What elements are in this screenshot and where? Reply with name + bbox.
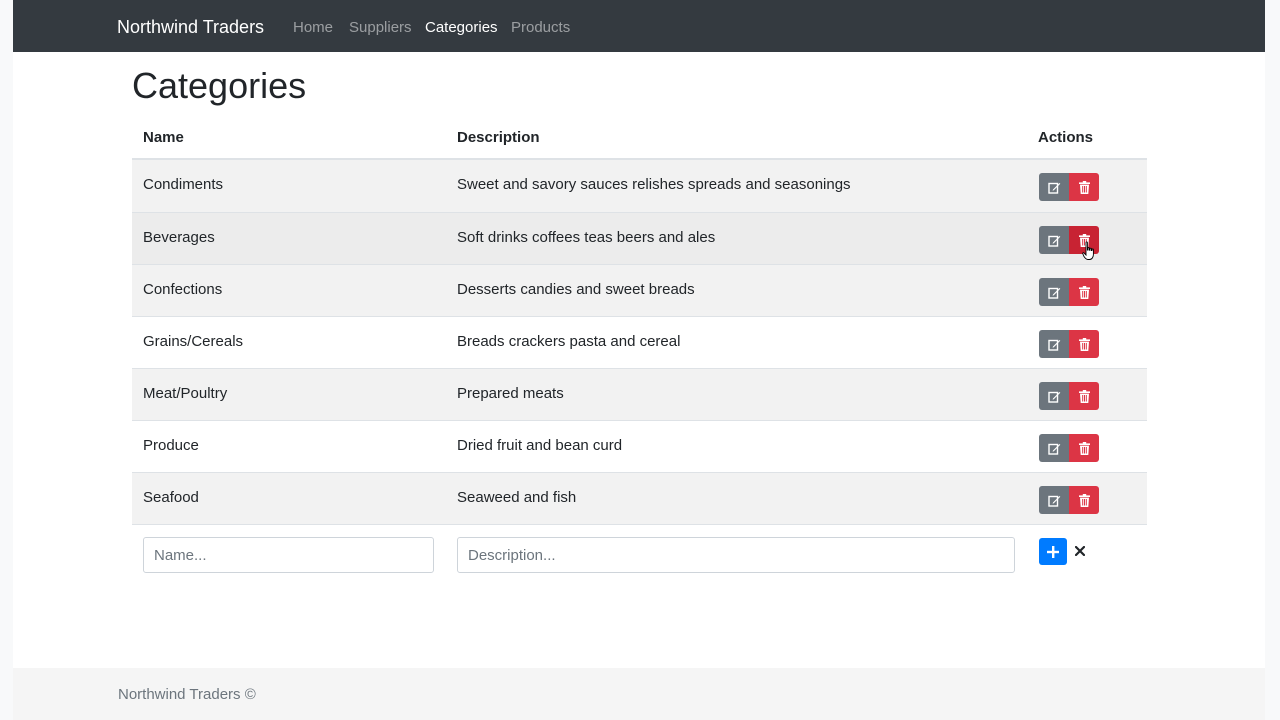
- column-header-actions: Actions: [1038, 129, 1094, 146]
- cancel-add-button[interactable]: [1073, 543, 1087, 559]
- table-row: Seafood Seaweed and fish: [132, 472, 1147, 524]
- delete-button[interactable]: [1069, 226, 1099, 254]
- edit-icon: [1047, 339, 1060, 351]
- category-description-cell: Dried fruit and bean curd: [457, 437, 623, 454]
- add-category-row: [132, 524, 1147, 586]
- table-row: Meat/Poultry Prepared meats: [132, 368, 1147, 420]
- nav-link-categories[interactable]: Categories: [425, 18, 498, 38]
- top-navbar: Northwind Traders Home Suppliers Categor…: [13, 0, 1265, 52]
- table-body: Condiments Sweet and savory sauces relish…: [132, 160, 1147, 524]
- table-row: Produce Dried fruit and bean curd: [132, 420, 1147, 472]
- category-name-cell: Produce: [143, 437, 199, 454]
- delete-button[interactable]: [1069, 173, 1099, 201]
- app-window: Northwind Traders Home Suppliers Categor…: [13, 0, 1265, 720]
- edit-icon: [1047, 182, 1060, 194]
- category-description-cell: Breads crackers pasta and cereal: [457, 333, 681, 350]
- category-name-cell: Grains/Cereals: [143, 333, 244, 350]
- trash-icon: [1078, 389, 1090, 403]
- plus-icon: [1047, 545, 1059, 558]
- table-row: Beverages Soft drinks coffees teas beers …: [132, 212, 1147, 264]
- edit-button[interactable]: [1039, 278, 1069, 306]
- edit-button[interactable]: [1039, 382, 1069, 410]
- edit-button[interactable]: [1039, 434, 1069, 462]
- category-name-cell: Confections: [143, 281, 223, 298]
- edit-button[interactable]: [1039, 173, 1069, 201]
- edit-icon: [1047, 495, 1060, 507]
- delete-button[interactable]: [1069, 486, 1099, 514]
- category-name-cell: Condiments: [143, 176, 224, 193]
- page-title: Categories: [132, 65, 307, 106]
- delete-button[interactable]: [1069, 278, 1099, 306]
- footer: Northwind Traders ©: [13, 668, 1265, 720]
- trash-icon: [1078, 493, 1090, 507]
- trash-icon: [1078, 337, 1090, 351]
- name-input[interactable]: [143, 537, 434, 573]
- category-name-cell: Seafood: [143, 489, 199, 506]
- category-description-cell: Sweet and savory sauces relishes spreads…: [457, 176, 851, 193]
- category-name-cell: Beverages: [143, 229, 215, 246]
- table-row: Condiments Sweet and savory sauces relish…: [132, 160, 1147, 212]
- delete-button[interactable]: [1069, 382, 1099, 410]
- table-row: Grains/Cereals Breads crackers pasta and …: [132, 316, 1147, 368]
- category-description-cell: Seaweed and fish: [457, 489, 577, 506]
- add-category-button[interactable]: [1039, 538, 1067, 565]
- edit-button[interactable]: [1039, 330, 1069, 358]
- category-description-cell: Soft drinks coffees teas beers and ales: [457, 229, 716, 246]
- close-icon: [1075, 546, 1085, 556]
- category-description-cell: Prepared meats: [457, 385, 564, 402]
- table-row: Confections Desserts candies and sweet br…: [132, 264, 1147, 316]
- trash-icon: [1078, 285, 1090, 299]
- category-name-cell: Meat/Poultry: [143, 385, 228, 402]
- edit-icon: [1047, 287, 1060, 299]
- trash-icon: [1078, 180, 1090, 194]
- delete-button[interactable]: [1069, 330, 1099, 358]
- edit-button[interactable]: [1039, 226, 1069, 254]
- brand-link[interactable]: Northwind Traders: [117, 16, 264, 38]
- table-header: Name Description Actions: [132, 115, 1147, 160]
- trash-icon: [1078, 441, 1090, 455]
- column-header-name: Name: [143, 129, 184, 146]
- column-header-description: Description: [457, 129, 540, 146]
- footer-text: Northwind Traders ©: [118, 686, 256, 703]
- categories-table: Name Description Actions Condiments Sweet…: [132, 115, 1147, 586]
- edit-icon: [1047, 443, 1060, 455]
- edit-button[interactable]: [1039, 486, 1069, 514]
- edit-icon: [1047, 235, 1060, 247]
- category-description-cell: Desserts candies and sweet breads: [457, 281, 695, 298]
- nav-link-home[interactable]: Home: [293, 18, 333, 38]
- delete-button[interactable]: [1069, 434, 1099, 462]
- edit-icon: [1047, 391, 1060, 403]
- trash-icon: [1078, 233, 1090, 247]
- nav-link-suppliers[interactable]: Suppliers: [349, 18, 412, 38]
- nav-link-products[interactable]: Products: [511, 18, 570, 38]
- description-input[interactable]: [457, 537, 1015, 573]
